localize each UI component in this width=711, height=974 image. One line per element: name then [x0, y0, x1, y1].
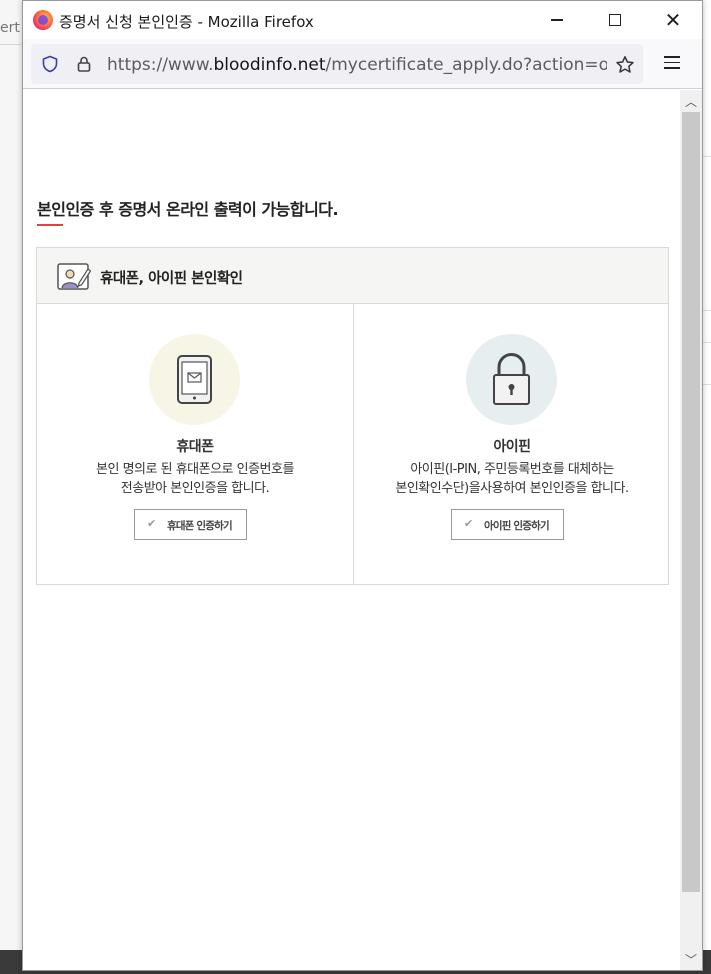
firefox-logo-icon [33, 10, 53, 30]
vertical-scrollbar[interactable]: ︿ ﹀ [680, 90, 702, 970]
verification-panel: 휴대폰, 아이핀 본인확인 휴대폰 본인 명의로 된 휴대폰으로 인증번호를 전… [36, 247, 669, 585]
ipin-verify-button-label: 아이핀 인증하기 [484, 520, 550, 532]
phone-icon-circle [149, 334, 240, 425]
ipin-desc-line2: 본인확인수단)을사용하여 본인인증을 합니다. [395, 481, 629, 496]
background-page-left: ert [0, 0, 22, 974]
maximize-icon [609, 14, 621, 26]
ipin-option: 아이핀 아이핀(I-PIN, 주민등록번호를 대체하는 본인확인수단)을사용하여… [354, 304, 670, 584]
url-text[interactable]: https://www.bloodinfo.net/mycertificate_… [107, 55, 607, 75]
ipin-option-description: 아이핀(I-PIN, 주민등록번호를 대체하는 본인확인수단)을사용하여 본인인… [354, 460, 670, 498]
window-title: 증명서 신청 본인인증 - Mozilla Firefox [59, 13, 314, 31]
url-prefix: https://www. [107, 55, 214, 75]
address-bar[interactable]: https://www.bloodinfo.net/mycertificate_… [31, 44, 643, 84]
background-tab-text: ert [0, 20, 20, 36]
background-divider [0, 44, 22, 45]
url-path: /mycertificate_apply.do?action=online [325, 55, 608, 75]
phone-verify-button[interactable]: ✔ 휴대폰 인증하기 [134, 509, 247, 540]
scroll-thumb[interactable] [682, 112, 700, 892]
url-host: bloodinfo.net [213, 55, 326, 75]
check-icon: ✔ [464, 517, 474, 530]
phone-option-title: 휴대폰 [176, 439, 214, 455]
phone-icon [177, 355, 212, 404]
phone-desc-line2: 전송받아 본인인증을 합니다. [120, 481, 270, 496]
lock-icon-circle [466, 334, 557, 425]
browser-window: 증명서 신청 본인인증 - Mozilla Firefox ✕ https://… [22, 0, 703, 971]
minimize-button[interactable] [528, 1, 586, 39]
heading-underline [37, 224, 63, 226]
maximize-button[interactable] [586, 1, 644, 39]
lock-icon [493, 353, 530, 405]
background-divider [702, 156, 711, 157]
title-bar[interactable]: 증명서 신청 본인인증 - Mozilla Firefox ✕ [23, 1, 702, 39]
page-content: 본인인증 후 증명서 온라인 출력이 가능합니다. 휴대폰, 아이핀 본인확인 [23, 90, 680, 970]
panel-title: 휴대폰, 아이핀 본인확인 [100, 271, 243, 287]
check-icon: ✔ [147, 517, 157, 530]
background-divider [702, 310, 711, 311]
ipin-verify-button[interactable]: ✔ 아이핀 인증하기 [451, 509, 564, 540]
phone-option: 휴대폰 본인 명의로 된 휴대폰으로 인증번호를 전송받아 본인인증을 합니다.… [37, 304, 353, 584]
background-divider [702, 342, 711, 343]
hamburger-menu-icon[interactable] [664, 56, 680, 70]
panel-header: 휴대폰, 아이핀 본인확인 [37, 248, 668, 304]
tracking-protection-shield-icon[interactable] [41, 55, 59, 73]
scroll-down-arrow-icon[interactable]: ﹀ [680, 948, 702, 970]
person-verify-icon [57, 263, 91, 290]
phone-option-description: 본인 명의로 된 휴대폰으로 인증번호를 전송받아 본인인증을 합니다. [37, 460, 353, 498]
background-divider [702, 384, 711, 385]
phone-verify-button-label: 휴대폰 인증하기 [167, 520, 233, 532]
minimize-icon [551, 19, 563, 21]
bookmark-star-icon[interactable] [615, 55, 635, 75]
padlock-icon[interactable] [75, 55, 93, 73]
background-page-right [702, 88, 711, 950]
ipin-desc-line1: 아이핀(I-PIN, 주민등록번호를 대체하는 [410, 462, 614, 477]
close-icon: ✕ [664, 8, 682, 32]
close-button[interactable]: ✕ [644, 1, 702, 39]
phone-desc-line1: 본인 명의로 된 휴대폰으로 인증번호를 [96, 462, 294, 477]
navigation-bar: https://www.bloodinfo.net/mycertificate_… [23, 39, 702, 89]
scroll-up-arrow-icon[interactable]: ︿ [680, 90, 702, 112]
ipin-option-title: 아이핀 [493, 439, 531, 455]
page-heading: 본인인증 후 증명서 온라인 출력이 가능합니다. [37, 200, 339, 219]
